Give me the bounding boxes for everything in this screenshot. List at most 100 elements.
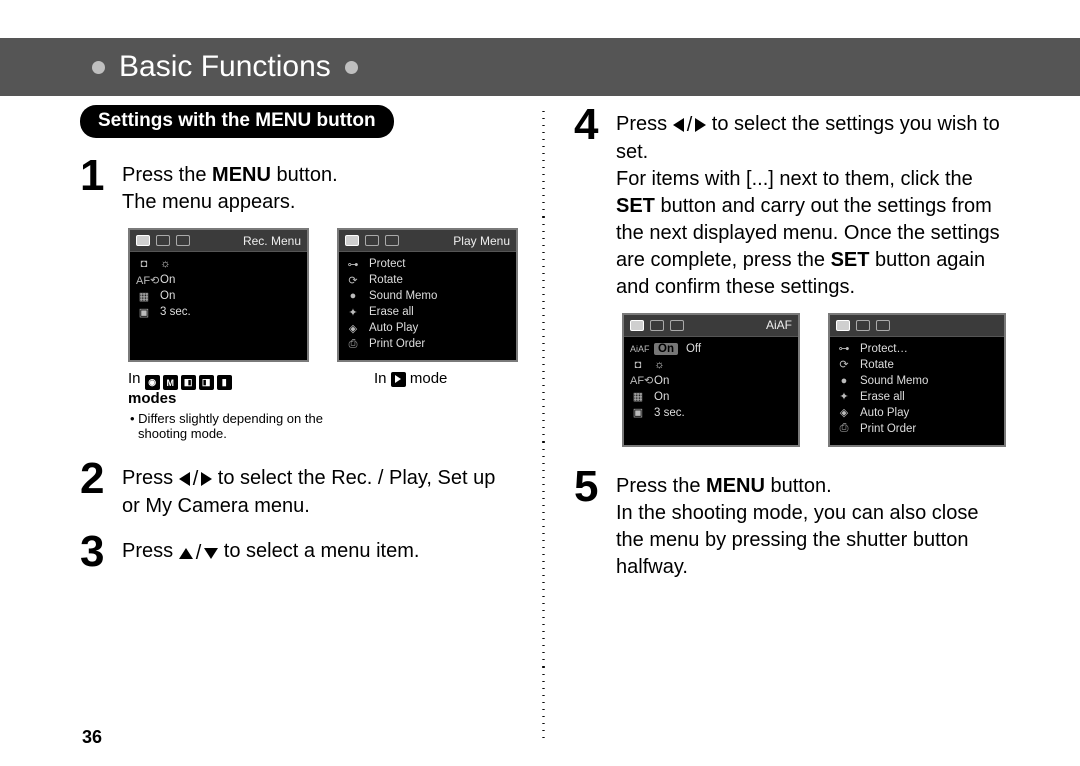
lcd-row: ●Sound Memo bbox=[836, 373, 998, 389]
caption-note: • Differs slightly depending on the shoo… bbox=[128, 411, 328, 441]
lcd-row: ▦On bbox=[630, 389, 792, 405]
text: Press the bbox=[122, 164, 212, 186]
lcd-tabs bbox=[830, 315, 1004, 337]
tab-play-icon bbox=[836, 320, 850, 331]
text: The menu appears. bbox=[122, 191, 295, 213]
caption-text: mode bbox=[410, 370, 448, 387]
lcd-row: ●Sound Memo bbox=[345, 288, 510, 304]
mode-stitch-r-icon: ◨ bbox=[199, 375, 214, 390]
lcd-row: AiAFOnOff bbox=[630, 341, 792, 357]
bullet-icon bbox=[92, 61, 105, 74]
tab-mycamera-icon bbox=[670, 320, 684, 331]
step-4: 4 Press / to select the settings you wis… bbox=[574, 105, 1006, 301]
right-column: 4 Press / to select the settings you wis… bbox=[546, 105, 1006, 738]
caption-text: In bbox=[374, 370, 391, 387]
page-content: Settings with the MENU button 1 Press th… bbox=[80, 105, 1040, 738]
lcd-title: Play Menu bbox=[453, 234, 510, 248]
lcd-body: ⊶Protect ⟳Rotate ●Sound Memo ✦Erase all … bbox=[339, 252, 516, 360]
step-number: 1 bbox=[80, 156, 110, 216]
lcd-tabs: Rec. Menu bbox=[130, 230, 307, 252]
tab-setup-icon bbox=[650, 320, 664, 331]
lcd-row: ◘☼ bbox=[136, 256, 301, 272]
lcd-row: ✦Erase all bbox=[345, 304, 510, 320]
text: Press bbox=[122, 540, 179, 562]
mode-stitch-l-icon: ◧ bbox=[181, 375, 196, 390]
text-bold: MENU bbox=[706, 475, 765, 497]
lcd-row: ▦On bbox=[136, 288, 301, 304]
lcd-rec-menu: Rec. Menu ◘☼ AF⟲On ▦On ▣3 sec. bbox=[128, 228, 309, 362]
step-1: 1 Press the MENU button. The menu appear… bbox=[80, 156, 518, 216]
step-2: 2 Press / to select the Rec. / Play, Set… bbox=[80, 459, 518, 520]
text: Press bbox=[616, 113, 673, 135]
lcd-row: AF⟲On bbox=[136, 272, 301, 288]
step-body: Press the MENU button. In the shooting m… bbox=[616, 467, 1006, 581]
caption-left: In ◉ M ◧ ◨ ▮ modes • Differs slightly de… bbox=[128, 370, 328, 441]
lcd-row: ✦Erase all bbox=[836, 389, 998, 405]
caption-text: In bbox=[128, 370, 145, 387]
figure-row-1: Rec. Menu ◘☼ AF⟲On ▦On ▣3 sec. P bbox=[128, 228, 518, 362]
lcd-body: ⊶Protect… ⟳Rotate ●Sound Memo ✦Erase all… bbox=[830, 337, 1004, 445]
mode-icons: ◉ M ◧ ◨ ▮ bbox=[145, 375, 232, 390]
step-body: Press / to select the Rec. / Play, Set u… bbox=[122, 459, 518, 520]
step-body: Press / to select a menu item. bbox=[122, 532, 419, 572]
lcd-row: ◘☼ bbox=[630, 357, 792, 373]
left-column: Settings with the MENU button 1 Press th… bbox=[80, 105, 540, 738]
text: In the shooting mode, you can also close… bbox=[616, 502, 978, 578]
lcd-row: ⊶Protect… bbox=[836, 341, 998, 357]
tab-play-icon bbox=[345, 235, 359, 246]
tab-mycamera-icon bbox=[385, 235, 399, 246]
step-number: 2 bbox=[80, 459, 110, 520]
lcd-row: ◈Auto Play bbox=[836, 405, 998, 421]
lcd-body: AiAFOnOff ◘☼ AF⟲On ▦On ▣3 sec. bbox=[624, 337, 798, 433]
text-bold: SET bbox=[831, 249, 870, 271]
tab-setup-icon bbox=[365, 235, 379, 246]
lcd-tabs: Play Menu bbox=[339, 230, 516, 252]
mode-play-icon bbox=[391, 372, 406, 387]
lcd-title: AiAF bbox=[766, 318, 792, 332]
step-body: Press / to select the settings you wish … bbox=[616, 105, 1006, 301]
lcd-row: ⎙Print Order bbox=[836, 421, 998, 437]
chapter-title: Basic Functions bbox=[92, 50, 358, 84]
lcd-row: ◈Auto Play bbox=[345, 320, 510, 336]
lcd-row: ⊶Protect bbox=[345, 256, 510, 272]
text: button. bbox=[765, 475, 832, 497]
lcd-aiaf: AiAF AiAFOnOff ◘☼ AF⟲On ▦On ▣3 sec. bbox=[622, 313, 800, 447]
text: to select a menu item. bbox=[218, 540, 419, 562]
section-heading: Settings with the MENU button bbox=[80, 105, 394, 138]
caption-right: In mode bbox=[374, 370, 447, 441]
lcd-row: ⎙Print Order bbox=[345, 336, 510, 352]
step-5: 5 Press the MENU button. In the shooting… bbox=[574, 467, 1006, 581]
bullet-icon bbox=[345, 61, 358, 74]
lcd-row: ⟳Rotate bbox=[836, 357, 998, 373]
lcd-row: AF⟲On bbox=[630, 373, 792, 389]
arrow-up-down-icon: / bbox=[179, 540, 219, 567]
text-bold: SET bbox=[616, 195, 655, 217]
chapter-band: Basic Functions bbox=[0, 38, 1080, 96]
lcd-row: ⟳Rotate bbox=[345, 272, 510, 288]
lcd-row: ▣3 sec. bbox=[136, 304, 301, 320]
lcd-row: ▣3 sec. bbox=[630, 405, 792, 421]
lcd-title: Rec. Menu bbox=[243, 234, 301, 248]
tab-setup-icon bbox=[176, 235, 190, 246]
tab-play-icon bbox=[156, 235, 170, 246]
mode-movie-icon: ▮ bbox=[217, 375, 232, 390]
tab-mycamera-icon bbox=[876, 320, 890, 331]
tab-setup-icon bbox=[856, 320, 870, 331]
chapter-title-text: Basic Functions bbox=[119, 50, 331, 84]
page-number: 36 bbox=[82, 727, 102, 748]
figure-row-2: AiAF AiAFOnOff ◘☼ AF⟲On ▦On ▣3 sec. bbox=[622, 313, 1006, 447]
lcd-play-menu: Play Menu ⊶Protect ⟳Rotate ●Sound Memo ✦… bbox=[337, 228, 518, 362]
arrow-left-right-icon: / bbox=[179, 466, 213, 493]
step-body: Press the MENU button. The menu appears. bbox=[122, 156, 338, 216]
text: button. bbox=[271, 164, 338, 186]
step-number: 4 bbox=[574, 105, 604, 301]
arrow-left-right-icon: / bbox=[673, 112, 707, 139]
text: For items with [...] next to them, click… bbox=[616, 168, 973, 190]
mode-auto-icon: ◉ bbox=[145, 375, 160, 390]
caption-text-bold: modes bbox=[128, 390, 176, 407]
mode-manual-icon: M bbox=[163, 375, 178, 390]
lcd-play-menu-2: ⊶Protect… ⟳Rotate ●Sound Memo ✦Erase all… bbox=[828, 313, 1006, 447]
figure-captions: In ◉ M ◧ ◨ ▮ modes • Differs slightly de… bbox=[128, 370, 518, 441]
step-3: 3 Press / to select a menu item. bbox=[80, 532, 518, 572]
lcd-tabs: AiAF bbox=[624, 315, 798, 337]
